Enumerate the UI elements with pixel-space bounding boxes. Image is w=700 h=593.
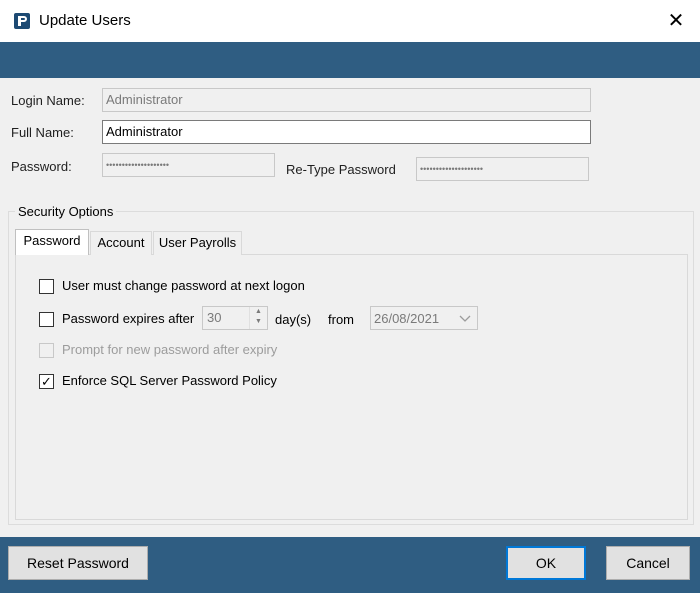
header-band xyxy=(0,42,700,78)
chevron-down-icon[interactable] xyxy=(459,315,471,323)
app-logo-icon xyxy=(14,13,30,29)
security-options-label: Security Options xyxy=(15,204,117,219)
days-unit-label: day(s) xyxy=(275,312,312,327)
title-bar: Update Users ✕ xyxy=(0,0,700,42)
reset-password-button[interactable]: Reset Password xyxy=(8,546,148,580)
from-date-picker[interactable]: 26/08/2021 xyxy=(370,306,478,330)
from-date-value: 26/08/2021 xyxy=(374,311,440,326)
close-icon[interactable]: ✕ xyxy=(662,8,690,34)
stepper-arrows[interactable]: ▲ ▼ xyxy=(249,307,267,329)
prompt-checkbox xyxy=(39,343,54,358)
from-label: from xyxy=(328,312,354,327)
chevron-up-icon[interactable]: ▲ xyxy=(250,307,267,317)
retype-password-label: Re-Type Password xyxy=(286,162,396,177)
chevron-down-icon[interactable]: ▼ xyxy=(250,317,267,327)
ok-button[interactable]: OK xyxy=(506,546,586,580)
window-title: Update Users xyxy=(39,12,131,29)
check-icon: ✓ xyxy=(41,374,52,389)
tab-account[interactable]: Account xyxy=(90,231,152,255)
expires-days-value: 30 xyxy=(207,310,222,325)
expires-checkbox[interactable] xyxy=(39,312,54,327)
expires-days-stepper[interactable]: 30 ▲ ▼ xyxy=(202,306,268,330)
full-name-field[interactable]: Administrator xyxy=(102,120,591,144)
enforce-checkbox[interactable]: ✓ xyxy=(39,374,54,389)
cancel-button[interactable]: Cancel xyxy=(606,546,690,580)
login-name-label: Login Name: xyxy=(11,93,85,108)
expires-label: Password expires after xyxy=(62,311,195,326)
full-name-label: Full Name: xyxy=(11,125,74,140)
tab-password[interactable]: Password xyxy=(15,229,89,255)
prompt-label: Prompt for new password after expiry xyxy=(62,342,278,357)
tab-user-payrolls[interactable]: User Payrolls xyxy=(153,231,242,255)
must-change-checkbox[interactable] xyxy=(39,279,54,294)
enforce-label: Enforce SQL Server Password Policy xyxy=(62,373,277,388)
retype-password-field[interactable]: •••••••••••••••••••• xyxy=(416,157,589,181)
password-field[interactable]: •••••••••••••••••••• xyxy=(102,153,275,177)
must-change-label: User must change password at next logon xyxy=(62,278,305,293)
password-label: Password: xyxy=(11,159,72,174)
login-name-field: Administrator xyxy=(102,88,591,112)
